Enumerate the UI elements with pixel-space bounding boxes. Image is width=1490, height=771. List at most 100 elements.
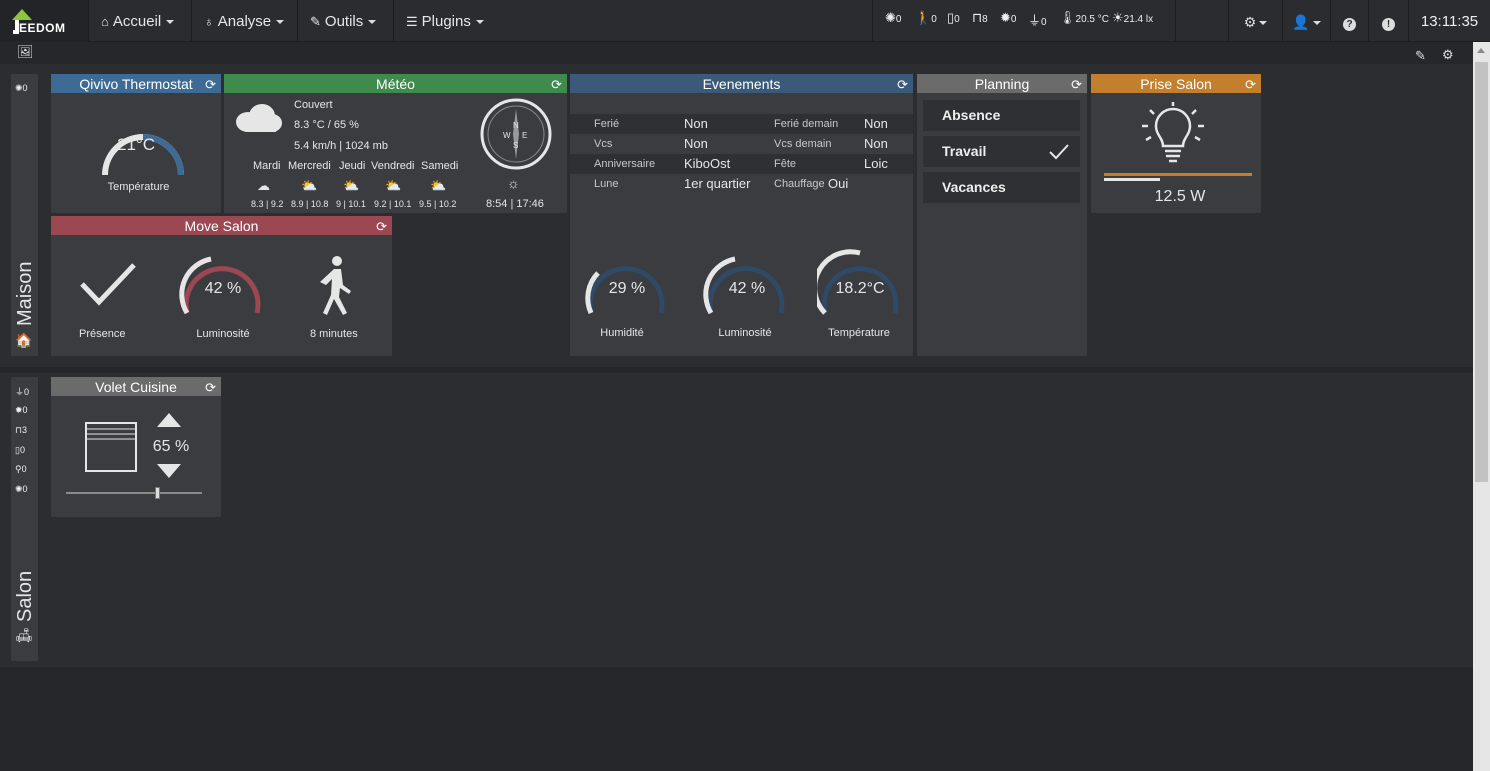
shutter-down-button[interactable] bbox=[157, 464, 181, 478]
event-row: Vcs Non Vcs demain Non bbox=[570, 134, 913, 154]
summary-luminosity-value: 21.4 lx bbox=[1123, 14, 1154, 25]
event-row: Ferié Non Ferié demain Non bbox=[570, 114, 913, 134]
user-menu[interactable]: 👤 bbox=[1282, 0, 1330, 42]
meteo-condition: Couvert bbox=[294, 99, 333, 111]
widget-title: Volet Cuisine bbox=[95, 379, 177, 395]
widget-title: Evenements bbox=[702, 76, 781, 92]
forecast-range: 8.3 | 9.2 bbox=[251, 199, 284, 209]
sun-icon: ☼ bbox=[507, 175, 520, 191]
global-summary: ✺0 🚶0 ▯0 ⊓8 ✹0 ⏚0 🌡20.5 °C ☀21.4 lx bbox=[872, 0, 1176, 42]
menu-accueil[interactable]: ⌂ Accueil bbox=[88, 0, 186, 42]
widget-title: Prise Salon bbox=[1140, 76, 1212, 92]
summary-light-value: 0 bbox=[895, 14, 902, 25]
shutter-icon: ⊓ bbox=[972, 10, 983, 25]
meteo-temp-hum: 8.3 °C / 65 % bbox=[294, 119, 359, 131]
jeedom-logo[interactable]: EEDOM bbox=[0, 0, 88, 42]
planning-vacances-button[interactable]: Vacances bbox=[923, 172, 1080, 203]
forecast-day: Mardi bbox=[253, 160, 281, 172]
refresh-icon[interactable]: ⟳ bbox=[376, 217, 387, 237]
caret-icon bbox=[1312, 21, 1321, 26]
widget-header: Planning ⟳ bbox=[917, 74, 1087, 93]
settings-gears-icon[interactable]: ⚙ bbox=[1442, 47, 1454, 63]
forecast-range: 9 | 10.1 bbox=[336, 199, 366, 209]
menu-plugins-label: Plugins bbox=[421, 13, 471, 30]
alert-icon: ! bbox=[1382, 18, 1395, 31]
shutter-up-button[interactable] bbox=[157, 413, 181, 427]
refresh-icon[interactable]: ⟳ bbox=[551, 75, 562, 95]
thermometer-icon: 🌡 bbox=[1059, 10, 1076, 25]
help-button[interactable]: ? bbox=[1330, 0, 1368, 42]
widget-planning: Planning ⟳ Absence Travail Vacances bbox=[917, 74, 1087, 356]
refresh-icon[interactable]: ⟳ bbox=[1245, 75, 1256, 95]
summary-door[interactable]: ▯0 bbox=[947, 10, 960, 26]
widget-header: Move Salon ⟳ bbox=[51, 216, 392, 235]
compass-e: E bbox=[522, 131, 528, 140]
refresh-icon[interactable]: ⟳ bbox=[897, 75, 908, 95]
summary-temperature-value: 20.5 °C bbox=[1075, 14, 1109, 25]
salon-summary-lamp[interactable]: ✹0 bbox=[15, 405, 28, 416]
caret-icon bbox=[475, 20, 484, 25]
shutter-slider-track[interactable] bbox=[66, 492, 202, 494]
shutter-slider-handle[interactable] bbox=[155, 487, 160, 499]
menu-analyse-label: Analyse bbox=[217, 13, 272, 30]
object-maison-sidebar[interactable]: ✺0 Maison 🏠 bbox=[11, 74, 38, 356]
planning-option-label: Travail bbox=[942, 143, 987, 159]
shutter-value: 65 % bbox=[152, 438, 190, 455]
scrollbar-thumb[interactable] bbox=[1475, 62, 1488, 482]
salon-summary-plug[interactable]: ⏚0 bbox=[15, 385, 29, 398]
caret-icon bbox=[1259, 21, 1268, 26]
widget-title: Qivivo Thermostat bbox=[79, 76, 193, 92]
event-value: 1er quartier bbox=[684, 176, 751, 191]
salon-summary-door-value: 0 bbox=[19, 445, 25, 455]
summary-luminosity[interactable]: ☀21.4 lx bbox=[1112, 10, 1153, 26]
summary-light[interactable]: ✺0 bbox=[885, 10, 901, 26]
salon-summary-light[interactable]: ✺0 bbox=[15, 484, 28, 495]
menu-outils[interactable]: ✎ Outils bbox=[297, 0, 388, 42]
navbar: EEDOM ⌂ Accueil ♁ Analyse ✎ Outils ☰ Plugins… bbox=[0, 0, 1490, 42]
planning-travail-button[interactable]: Travail bbox=[923, 136, 1080, 167]
salon-summary-door[interactable]: ▯0 bbox=[15, 445, 25, 456]
alert-button[interactable]: ! bbox=[1368, 0, 1408, 42]
summary-temperature[interactable]: 🌡20.5 °C bbox=[1059, 10, 1109, 26]
forecast-range: 9.2 | 10.1 bbox=[374, 199, 412, 209]
scroll-up-arrow-icon[interactable] bbox=[1477, 48, 1485, 53]
luminosity-label: Luminosité bbox=[718, 327, 772, 339]
menu-plugins[interactable]: ☰ Plugins bbox=[393, 0, 496, 42]
summary-motion[interactable]: 🚶0 bbox=[915, 10, 937, 26]
event-key: Chauffage bbox=[774, 178, 825, 190]
compass-w: W bbox=[503, 131, 511, 140]
maison-home-icon: 🏠 bbox=[15, 332, 33, 348]
image-icon[interactable]: 🖼 bbox=[17, 44, 34, 60]
config-menu[interactable]: ⚙ bbox=[1228, 0, 1282, 42]
lightbulb-icon bbox=[1142, 102, 1204, 163]
object-salon-label: Salon bbox=[14, 570, 36, 622]
refresh-icon[interactable]: ⟳ bbox=[1071, 75, 1082, 95]
menu-analyse[interactable]: ♁ Analyse bbox=[191, 0, 296, 42]
widget-evenements: Evenements ⟳ Ferié Non Ferié demain Non V… bbox=[570, 74, 913, 356]
sofa-icon: 🛋 bbox=[15, 627, 33, 643]
forecast-day: Vendredi bbox=[371, 160, 415, 172]
planning-absence-button[interactable]: Absence bbox=[923, 100, 1080, 131]
salon-summary-shutter[interactable]: ⊓3 bbox=[15, 425, 27, 436]
checkmark-icon bbox=[80, 263, 136, 306]
salon-summary-motion-value: 0 bbox=[21, 464, 27, 474]
edit-pencil-icon[interactable]: ✎ bbox=[1415, 48, 1426, 64]
object-salon-sidebar[interactable]: ⏚0 ✹0 ⊓3 ▯0 ⚲0 ✺0 Salon 🛋 bbox=[11, 377, 38, 661]
menu-outils-label: Outils bbox=[324, 13, 364, 30]
event-key: Ferié bbox=[594, 118, 620, 130]
event-key: Vcs bbox=[594, 138, 613, 150]
summary-lamp[interactable]: ✹0 bbox=[1000, 10, 1016, 26]
event-row: Lune 1er quartier Chauffage Oui bbox=[570, 174, 913, 194]
forecast-range: 8.9 | 10.8 bbox=[291, 199, 329, 209]
widget-header: Qivivo Thermostat ⟳ bbox=[51, 74, 221, 93]
plugins-icon: ☰ bbox=[406, 14, 418, 29]
salon-summary-motion[interactable]: ⚲0 bbox=[15, 464, 27, 475]
refresh-icon[interactable]: ⟳ bbox=[205, 75, 216, 95]
lamp-icon: ✹ bbox=[15, 405, 23, 415]
maison-summary-light[interactable]: ✺0 bbox=[15, 83, 28, 94]
wrench-icon: ✎ bbox=[310, 14, 321, 29]
refresh-icon[interactable]: ⟳ bbox=[205, 378, 216, 398]
summary-plug[interactable]: ⏚0 bbox=[1028, 10, 1047, 29]
compass bbox=[480, 98, 552, 170]
summary-shutter[interactable]: ⊓8 bbox=[972, 10, 988, 26]
